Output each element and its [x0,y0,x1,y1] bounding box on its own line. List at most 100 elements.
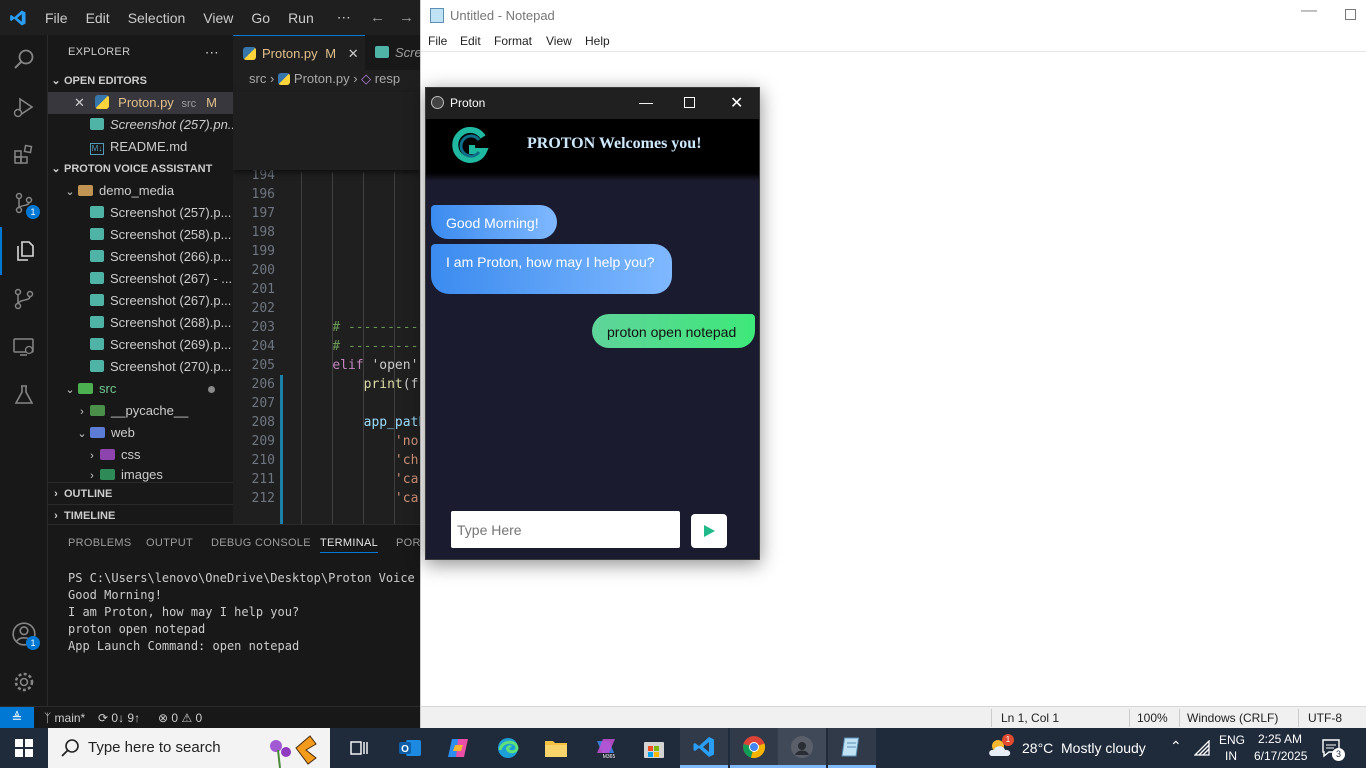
proton-taskbar-icon[interactable] [778,728,826,768]
edge-icon[interactable] [484,728,532,768]
vscode-logo-icon[interactable] [0,9,36,27]
language[interactable]: ENG [1219,733,1245,747]
notepad-taskbar-icon[interactable] [828,728,876,768]
forward-arrow-icon[interactable]: → [399,9,414,26]
breadcrumb-symbol[interactable]: resp [375,71,400,86]
wifi-icon[interactable] [1194,740,1210,756]
open-editor-screenshot[interactable]: Screenshot (257).pn... [48,114,233,136]
np-menu-file[interactable]: File [428,34,447,48]
file-screenshot[interactable]: Screenshot (270).p... [48,356,233,378]
region[interactable]: IN [1225,749,1237,763]
settings-gear-icon[interactable] [0,658,48,706]
folder-pycache[interactable]: › __pycache__ [48,400,233,422]
menu-view[interactable]: View [194,10,242,26]
minimize-button[interactable]: — [1301,2,1317,20]
weather-temp[interactable]: 28°C [1022,740,1053,756]
clock-date[interactable]: 6/17/2025 [1254,749,1307,763]
close-button[interactable]: ✕ [730,93,743,113]
tab-ports[interactable]: PORT [396,537,420,549]
close-icon[interactable]: ✕ [74,95,85,110]
weather-text[interactable]: Mostly cloudy [1061,740,1146,756]
folder-images[interactable]: › images [48,466,233,482]
outline-section[interactable]: › OUTLINE [48,482,233,504]
back-arrow-icon[interactable]: ← [370,9,385,26]
account-icon[interactable]: 1 [0,610,48,658]
outlook-icon[interactable]: O [386,728,434,768]
weather-icon[interactable]: 1 [986,734,1016,763]
remote-explorer-icon[interactable] [0,323,48,371]
np-menu-format[interactable]: Format [494,34,532,48]
source-control-icon[interactable]: 1 [0,179,48,227]
file-screenshot[interactable]: Screenshot (269).p... [48,334,233,356]
minimize-button[interactable]: — [639,94,653,110]
file-screenshot[interactable]: Screenshot (267).p... [48,290,233,312]
send-button[interactable] [691,514,727,548]
microsoft-store-icon[interactable] [630,728,678,768]
git-graph-icon[interactable] [0,275,48,323]
git-branch[interactable]: ᛉ main* [44,711,85,725]
source-control-badge: 1 [26,205,40,219]
testing-flask-icon[interactable] [0,371,48,419]
tab-output[interactable]: OUTPUT [146,537,193,549]
file-screenshot[interactable]: Screenshot (258).p... [48,224,233,246]
breadcrumb-src[interactable]: src [249,71,266,86]
breadcrumb-file[interactable]: Proton.py [294,71,350,86]
np-menu-edit[interactable]: Edit [460,34,481,48]
chrome-icon[interactable] [730,728,778,768]
explorer-more-button[interactable]: ⋯ [205,35,219,70]
tab-proton[interactable]: Proton.py M ✕ [233,35,365,70]
folder-demo-media[interactable]: ⌄ demo_media [48,180,233,202]
maximize-button[interactable] [1345,9,1356,20]
file-explorer-icon[interactable] [532,728,580,768]
menu-go[interactable]: Go [242,10,279,26]
menu-run[interactable]: Run [279,10,323,26]
explorer-icon[interactable] [0,227,48,275]
task-view-icon[interactable] [336,728,384,768]
tab-screenshot[interactable]: Scre [365,35,420,70]
close-icon[interactable]: ✕ [348,46,359,61]
folder-src[interactable]: ⌄ src [48,378,233,400]
start-windows-icon[interactable] [0,728,48,768]
extensions-icon[interactable] [0,131,48,179]
proton-welcome: PROTON Welcomes you! [527,135,702,152]
project-title: PROTON VOICE ASSISTANT [64,163,213,175]
run-debug-icon[interactable] [0,83,48,131]
chevron-up-icon[interactable]: ⌃ [1170,738,1182,755]
tab-problems[interactable]: PROBLEMS [68,537,132,549]
file-screenshot[interactable]: Screenshot (257).p... [48,202,233,224]
open-editor-proton[interactable]: ✕ Proton.py src M [48,92,233,114]
menu-more[interactable]: ⋯ [323,9,360,26]
file-screenshot[interactable]: Screenshot (267) - ... [48,268,233,290]
menu-edit[interactable]: Edit [77,10,119,26]
tab-terminal[interactable]: TERMINAL [320,537,379,553]
chevron-right-icon: › [269,71,278,86]
sync-status[interactable]: ⟳ 0↓ 9↑ [98,711,140,725]
explorer-header: EXPLORER ⋯ [48,35,233,70]
timeline-section[interactable]: › TIMELINE [48,504,233,524]
notepad-statusbar: Ln 1, Col 1 100% Windows (CRLF) UTF-8 [421,706,1366,728]
np-menu-help[interactable]: Help [585,34,610,48]
problems-status[interactable]: ⊗ 0 ⚠ 0 [158,711,202,725]
folder-css[interactable]: › css [48,444,233,466]
file-screenshot[interactable]: Screenshot (266).p... [48,246,233,268]
menu-file[interactable]: File [36,10,77,26]
folder-web[interactable]: ⌄ web [48,422,233,444]
taskbar-search[interactable]: Type here to search [48,728,330,768]
m365-icon[interactable]: M365 [582,728,630,768]
menu-selection[interactable]: Selection [119,10,195,26]
copilot-icon[interactable] [434,728,482,768]
line-number: 211 [251,472,275,487]
np-menu-view[interactable]: View [546,34,572,48]
message-input[interactable] [451,511,680,548]
vscode-taskbar-icon[interactable] [680,728,728,768]
clock-time[interactable]: 2:25 AM [1258,732,1302,746]
maximize-button[interactable] [684,97,695,108]
tab-debug-console[interactable]: DEBUG CONSOLE [211,537,311,549]
remote-indicator-icon[interactable]: ≜ [0,707,34,728]
project-section[interactable]: ⌄ PROTON VOICE ASSISTANT [48,158,233,180]
notification-center-icon[interactable]: 3 [1320,737,1345,762]
open-editors-section[interactable]: ⌄ OPEN EDITORS [48,70,233,92]
open-editor-readme[interactable]: M↓ README.md [48,136,233,158]
search-icon[interactable] [0,35,48,83]
file-screenshot[interactable]: Screenshot (268).p... [48,312,233,334]
